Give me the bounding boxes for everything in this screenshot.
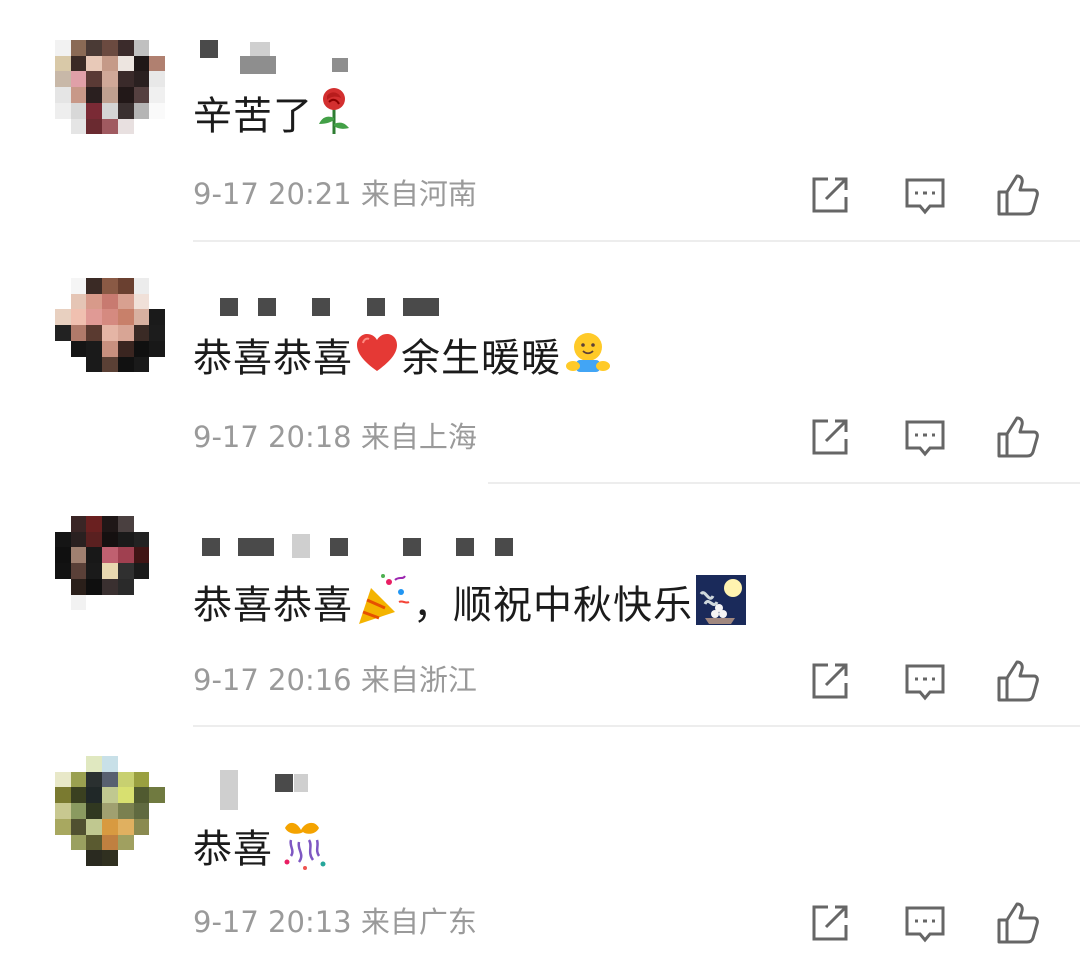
comment-meta: 9-17 20:18 来自上海 <box>193 417 477 457</box>
comment-icon[interactable] <box>900 412 950 462</box>
share-icon[interactable] <box>805 412 855 462</box>
comment-meta: 9-17 20:16 来自浙江 <box>193 660 477 700</box>
comment-item[interactable]: 恭喜恭喜 ，顺祝中秋快乐 9-17 20:16 来自浙江 <box>0 484 1080 727</box>
comment-location: 来自河南 <box>360 177 477 211</box>
share-icon[interactable] <box>805 170 855 220</box>
comment-text-part: 恭喜 <box>193 827 274 873</box>
comment-text-part: 恭喜恭喜 <box>193 336 354 382</box>
comment-text: 辛苦了 <box>193 86 355 152</box>
thumbs-up-icon[interactable] <box>993 898 1043 948</box>
comment-time: 20:18 <box>268 420 352 454</box>
username-redacted[interactable] <box>200 770 600 810</box>
comment-item[interactable]: 辛苦了 9-17 20:21 来自河南 <box>0 0 1080 242</box>
comment-text: 恭喜恭喜 ，顺祝中秋快乐 <box>193 572 749 644</box>
comment-time: 20:16 <box>268 663 352 697</box>
comment-actions <box>805 170 1045 220</box>
hug-emoji <box>563 330 613 392</box>
comment-actions <box>805 656 1045 706</box>
comment-actions <box>805 412 1045 462</box>
comment-date: 9-17 <box>193 420 259 454</box>
avatar[interactable] <box>55 756 165 866</box>
comment-text-part: ，顺祝中秋快乐 <box>413 583 694 629</box>
party-popper-emoji <box>355 572 411 644</box>
comment-text-part: 余生暖暖 <box>401 336 562 382</box>
thumbs-up-icon[interactable] <box>993 170 1043 220</box>
comment-text: 恭喜恭喜 余生暖暖 <box>193 330 615 392</box>
avatar[interactable] <box>55 40 165 150</box>
username-redacted[interactable] <box>200 294 600 334</box>
username-redacted[interactable] <box>200 38 600 78</box>
red-heart-emoji <box>355 331 399 391</box>
rose-emoji <box>315 86 353 152</box>
comment-item[interactable]: 恭喜恭喜 余生暖暖 9-17 20:18 来自上海 <box>0 242 1080 484</box>
comment-text-part: 恭喜恭喜 <box>193 583 354 629</box>
comment-icon[interactable] <box>900 170 950 220</box>
thumbs-up-icon[interactable] <box>993 656 1043 706</box>
comment-item[interactable]: 恭喜 9-17 20:13 来自广东 <box>0 726 1080 967</box>
comment-icon[interactable] <box>900 898 950 948</box>
comment-date: 9-17 <box>193 663 259 697</box>
comment-time: 20:13 <box>268 905 352 939</box>
moon-viewing-emoji <box>695 574 747 642</box>
comment-text: 恭喜 <box>193 816 333 888</box>
avatar[interactable] <box>55 516 165 626</box>
comment-date: 9-17 <box>193 177 259 211</box>
comment-time: 20:21 <box>268 177 352 211</box>
avatar[interactable] <box>55 278 165 388</box>
username-redacted[interactable] <box>200 534 600 574</box>
comment-icon[interactable] <box>900 656 950 706</box>
comment-location: 来自广东 <box>360 905 477 939</box>
share-icon[interactable] <box>805 656 855 706</box>
comment-actions <box>805 898 1045 948</box>
share-icon[interactable] <box>805 898 855 948</box>
thumbs-up-icon[interactable] <box>993 412 1043 462</box>
comment-meta: 9-17 20:13 来自广东 <box>193 902 477 942</box>
comment-text-part: 辛苦了 <box>193 94 314 140</box>
comment-location: 来自浙江 <box>360 663 477 697</box>
comment-location: 来自上海 <box>360 420 477 454</box>
confetti-ball-emoji <box>275 816 331 888</box>
comment-date: 9-17 <box>193 905 259 939</box>
comment-meta: 9-17 20:21 来自河南 <box>193 174 477 214</box>
